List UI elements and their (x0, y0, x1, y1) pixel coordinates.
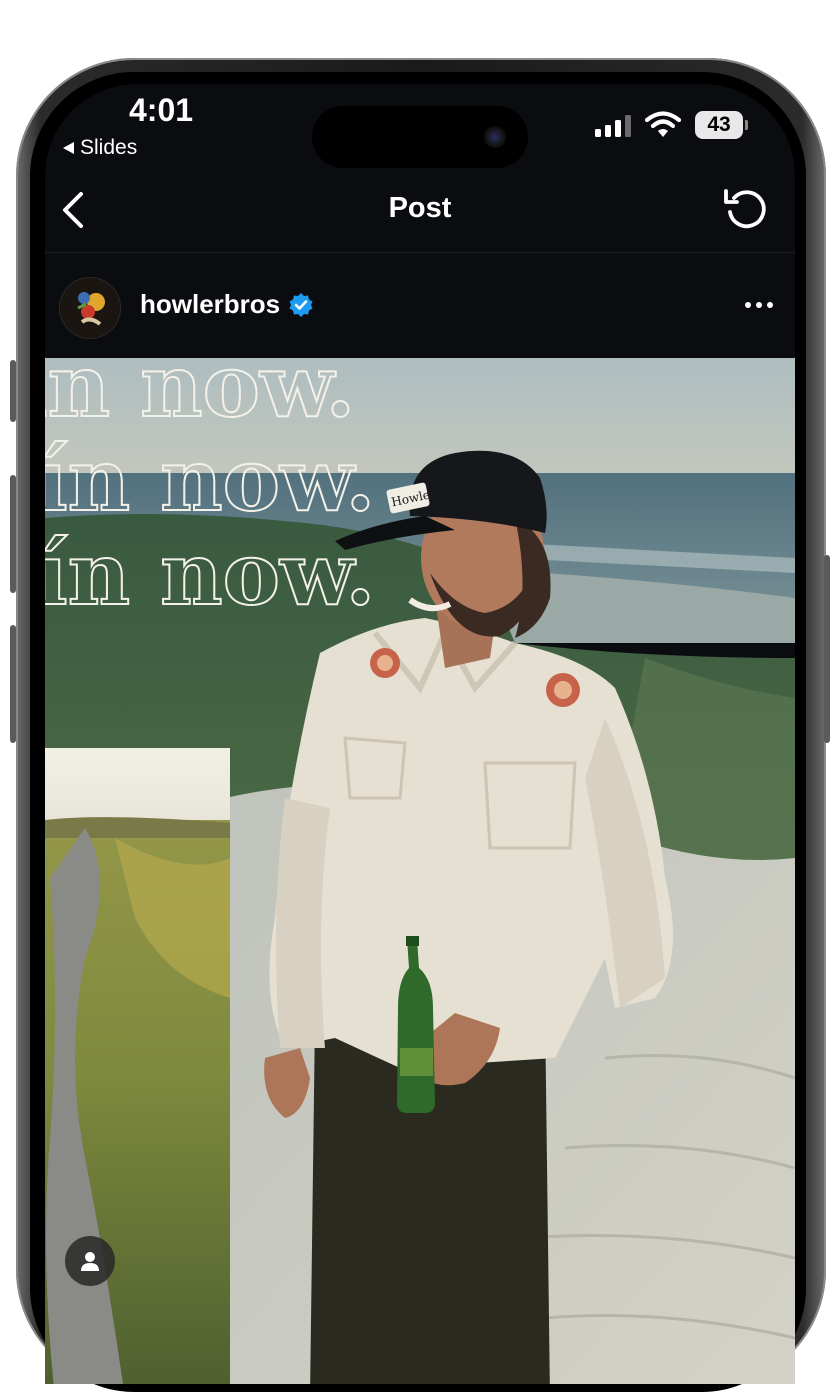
power-button (824, 555, 830, 743)
battery-tip (745, 120, 748, 130)
back-to-app-link[interactable]: Slides (63, 136, 137, 160)
user-tag-button[interactable] (65, 1236, 115, 1286)
post-image[interactable]: in now. ín now. ín now. Howler (45, 358, 795, 1384)
front-camera (484, 126, 506, 148)
overlay-text-line-1: in now. (45, 358, 355, 437)
post-photo-illustration: in now. ín now. ín now. Howler (45, 358, 795, 1384)
action-button (10, 360, 16, 422)
back-app-label: Slides (80, 136, 138, 159)
page-title: Post (388, 192, 452, 224)
dynamic-island (312, 106, 528, 168)
avatar-image (60, 278, 120, 338)
wifi-icon (645, 111, 681, 137)
avatar[interactable] (59, 277, 121, 339)
post-author[interactable]: howlerbros (140, 289, 314, 320)
status-time: 4:01 (129, 92, 194, 128)
overlay-text-line-3: ín now. (45, 524, 375, 625)
person-icon (81, 1252, 99, 1271)
nav-divider (45, 252, 795, 253)
battery-icon: 43 (695, 111, 743, 139)
refresh-icon[interactable] (721, 184, 771, 234)
back-triangle-icon (63, 142, 74, 154)
screen: 4:01 Slides 43 Post howlerbros in now. í… (45, 84, 795, 1384)
battery-level: 43 (707, 113, 731, 136)
overlay-text-line-2: ín now. (45, 430, 375, 531)
volume-down-button (10, 625, 16, 743)
cellular-signal-icon (595, 115, 631, 137)
username-label: howlerbros (140, 289, 281, 319)
more-options-icon[interactable] (745, 302, 773, 308)
volume-up-button (10, 475, 16, 593)
verified-badge-icon (289, 292, 313, 317)
